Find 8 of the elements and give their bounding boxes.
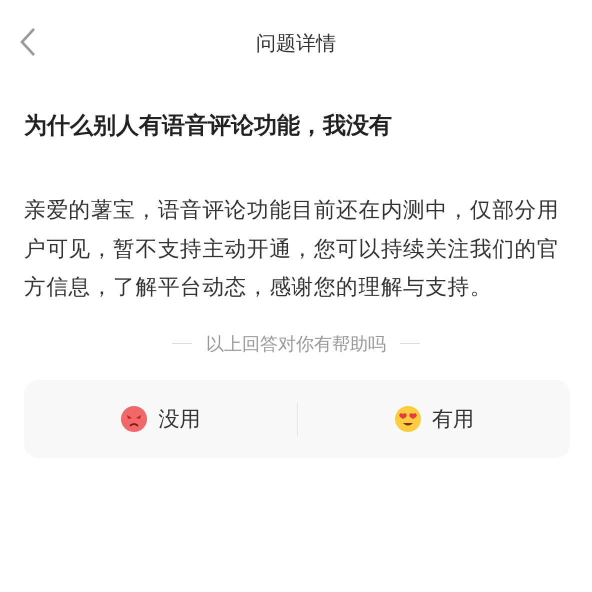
feedback-button[interactable]: 没用 [24,380,296,458]
answer-text: 亲爱的薯宝，语音评论功能目前还在内测中，仅部分用户可见，暂不支持主动开通，您可以持续关注我们的官方信息，了解平台动态，感谢您的理解与支持。 [24,197,560,302]
question-title: 为什么别人有语音评论功能，我没有 [24,112,393,141]
feedback-prompt: 以上回答对你有帮助吗 [206,332,386,356]
angry-face-icon [120,404,148,433]
feedback-button[interactable]: 有用 [298,380,570,458]
page-title: 问题详情 [256,30,336,56]
heart-eyes-face-icon [394,404,422,433]
